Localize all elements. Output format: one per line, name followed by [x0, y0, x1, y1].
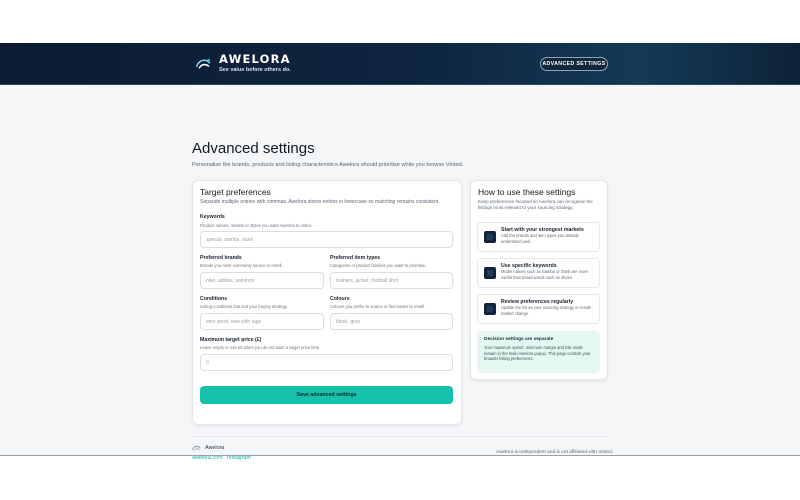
how-to-description: Keep preferences focused so Awelora can … — [478, 199, 593, 211]
max-price-hint: Leave empty or use £0 when you do not wa… — [200, 345, 320, 350]
tip-card: Start with your strongest markets Add th… — [477, 222, 600, 252]
keywords-input[interactable] — [200, 231, 453, 248]
brand-tagline: See value before others do. — [219, 67, 291, 73]
tip-square-icon — [484, 267, 496, 279]
notice-title: Decision settings are separate — [484, 337, 554, 342]
tip-body: Add the brands and item types you alread… — [501, 233, 579, 244]
footer-disclaimer: Awelora is independent and is not affili… — [496, 450, 614, 455]
brands-label: Preferred brands — [200, 255, 242, 261]
footer-divider — [192, 436, 608, 437]
top-header: AWELORA See value before others do. ADVA… — [0, 43, 800, 85]
brand-logo[interactable]: AWELORA See value before others do. — [195, 53, 291, 74]
max-price-input[interactable] — [200, 354, 453, 371]
footer-brand: Awelora — [205, 445, 225, 451]
keywords-label: Keywords — [200, 214, 225, 220]
brand-name: AWELORA — [219, 52, 291, 66]
tip-card: Use specific keywords Model names such a… — [477, 258, 600, 288]
how-to-title: How to use these settings — [478, 187, 576, 197]
tip-body: Update the list as your sourcing strateg… — [501, 305, 592, 316]
page-subtitle: Personalise the brands, products and lis… — [192, 162, 464, 168]
page-background: AWELORA See value before others do. ADVA… — [0, 43, 800, 461]
page-title: Advanced settings — [192, 140, 315, 157]
colours-input[interactable] — [330, 313, 453, 330]
tip-card: Review preferences regularly Update the … — [477, 294, 600, 324]
brands-input[interactable] — [200, 272, 324, 289]
conditions-label: Conditions — [200, 296, 228, 302]
max-price-label: Maximum target price (£) — [200, 337, 262, 343]
awelora-logo-icon — [195, 58, 211, 69]
save-advanced-settings-button[interactable]: Save advanced settings — [200, 386, 453, 404]
colours-hint: Colours you prefer to source or find eas… — [330, 304, 426, 309]
footer-link-instagram[interactable]: Instagram — [227, 455, 251, 461]
footer-link-site[interactable]: awelora.com — [192, 455, 223, 461]
decision-settings-notice: Decision settings are separate Your maxi… — [477, 331, 600, 373]
item-types-input[interactable] — [330, 272, 453, 289]
awelora-footer-logo-icon — [192, 445, 201, 451]
notice-body: Your maximum spend, minimum margin and r… — [484, 345, 591, 362]
target-preferences-title: Target preferences — [200, 187, 271, 197]
target-preferences-description: Separate multiple entries with commas. A… — [200, 199, 440, 205]
brands-hint: Brands you most commonly source or resel… — [200, 263, 283, 268]
conditions-input[interactable] — [200, 313, 324, 330]
conditions-hint: Listing conditions that suit your buying… — [200, 304, 288, 309]
item-types-hint: Categories or product families you want … — [330, 263, 427, 268]
colours-label: Colours — [330, 296, 350, 302]
keywords-hint: Product names, models or styles you want… — [200, 223, 313, 228]
item-types-label: Preferred item types — [330, 255, 381, 261]
tip-body: Model names such as Samba or Dunk are mo… — [501, 269, 588, 280]
tip-square-icon — [484, 231, 496, 243]
advanced-settings-nav-button[interactable]: ADVANCED SETTINGS — [540, 57, 608, 71]
tip-square-icon — [484, 303, 496, 315]
